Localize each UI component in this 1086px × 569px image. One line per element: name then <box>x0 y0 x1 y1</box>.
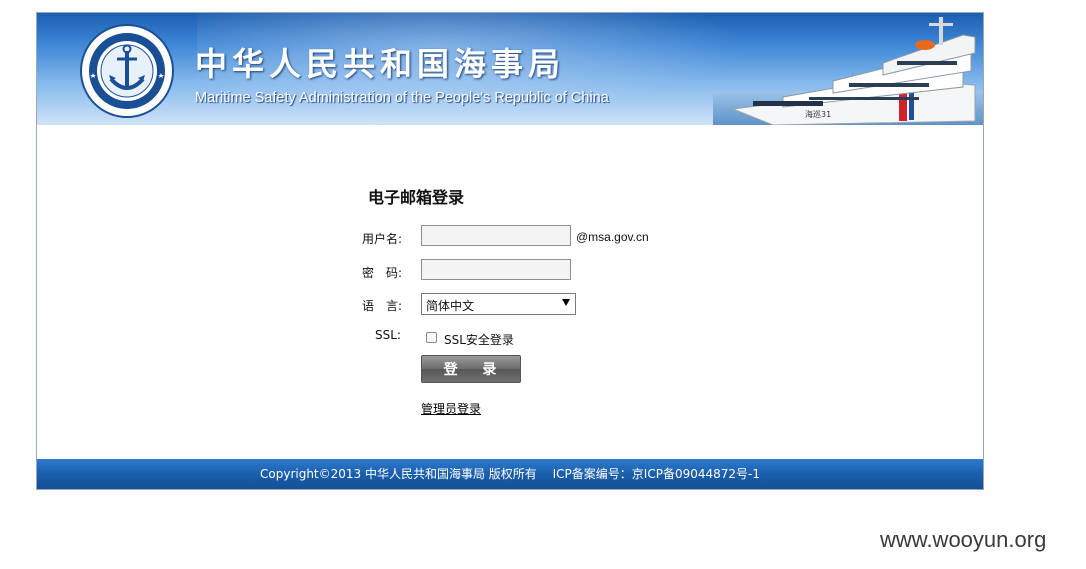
msa-emblem-logo <box>80 24 174 118</box>
language-label: 语 言: <box>362 299 403 313</box>
login-button[interactable]: 登 录 <box>421 355 521 383</box>
patrol-ship-image: 海巡31 <box>713 17 983 125</box>
footer-copyright: Copyright©2013 中华人民共和国海事局 版权所有 <box>260 467 537 481</box>
password-input[interactable] <box>421 259 571 280</box>
svg-text:海巡31: 海巡31 <box>805 109 831 119</box>
watermark-text: www.wooyun.org <box>880 527 1047 552</box>
login-title: 电子邮箱登录 <box>368 188 465 207</box>
dropdown-arrow-icon <box>562 299 570 306</box>
page-frame: 中华人民共和国海事局 Maritime Safety Administratio… <box>36 12 984 490</box>
header-banner: 中华人民共和国海事局 Maritime Safety Administratio… <box>37 13 983 125</box>
language-selected-value: 简体中文 <box>426 299 475 313</box>
username-label: 用户名: <box>362 232 403 246</box>
ssl-label: SSL: <box>375 328 401 342</box>
footer-icp: ICP备案编号：京ICP备09044872号-1 <box>552 467 760 481</box>
username-input[interactable] <box>421 225 571 246</box>
admin-login-link[interactable]: 管理员登录 <box>421 400 481 417</box>
header-title-en: Maritime Safety Administration of the Pe… <box>195 90 609 106</box>
password-label: 密 码: <box>362 266 403 280</box>
header-title-cn: 中华人民共和国海事局 <box>195 45 566 83</box>
email-domain-suffix: @msa.gov.cn <box>576 230 649 244</box>
ssl-checkbox-label[interactable]: SSL安全登录 <box>444 331 514 348</box>
footer-bar: Copyright©2013 中华人民共和国海事局 版权所有 ICP备案编号：京… <box>37 459 983 489</box>
ssl-checkbox[interactable] <box>426 332 437 343</box>
language-select[interactable]: 简体中文 <box>421 293 576 315</box>
